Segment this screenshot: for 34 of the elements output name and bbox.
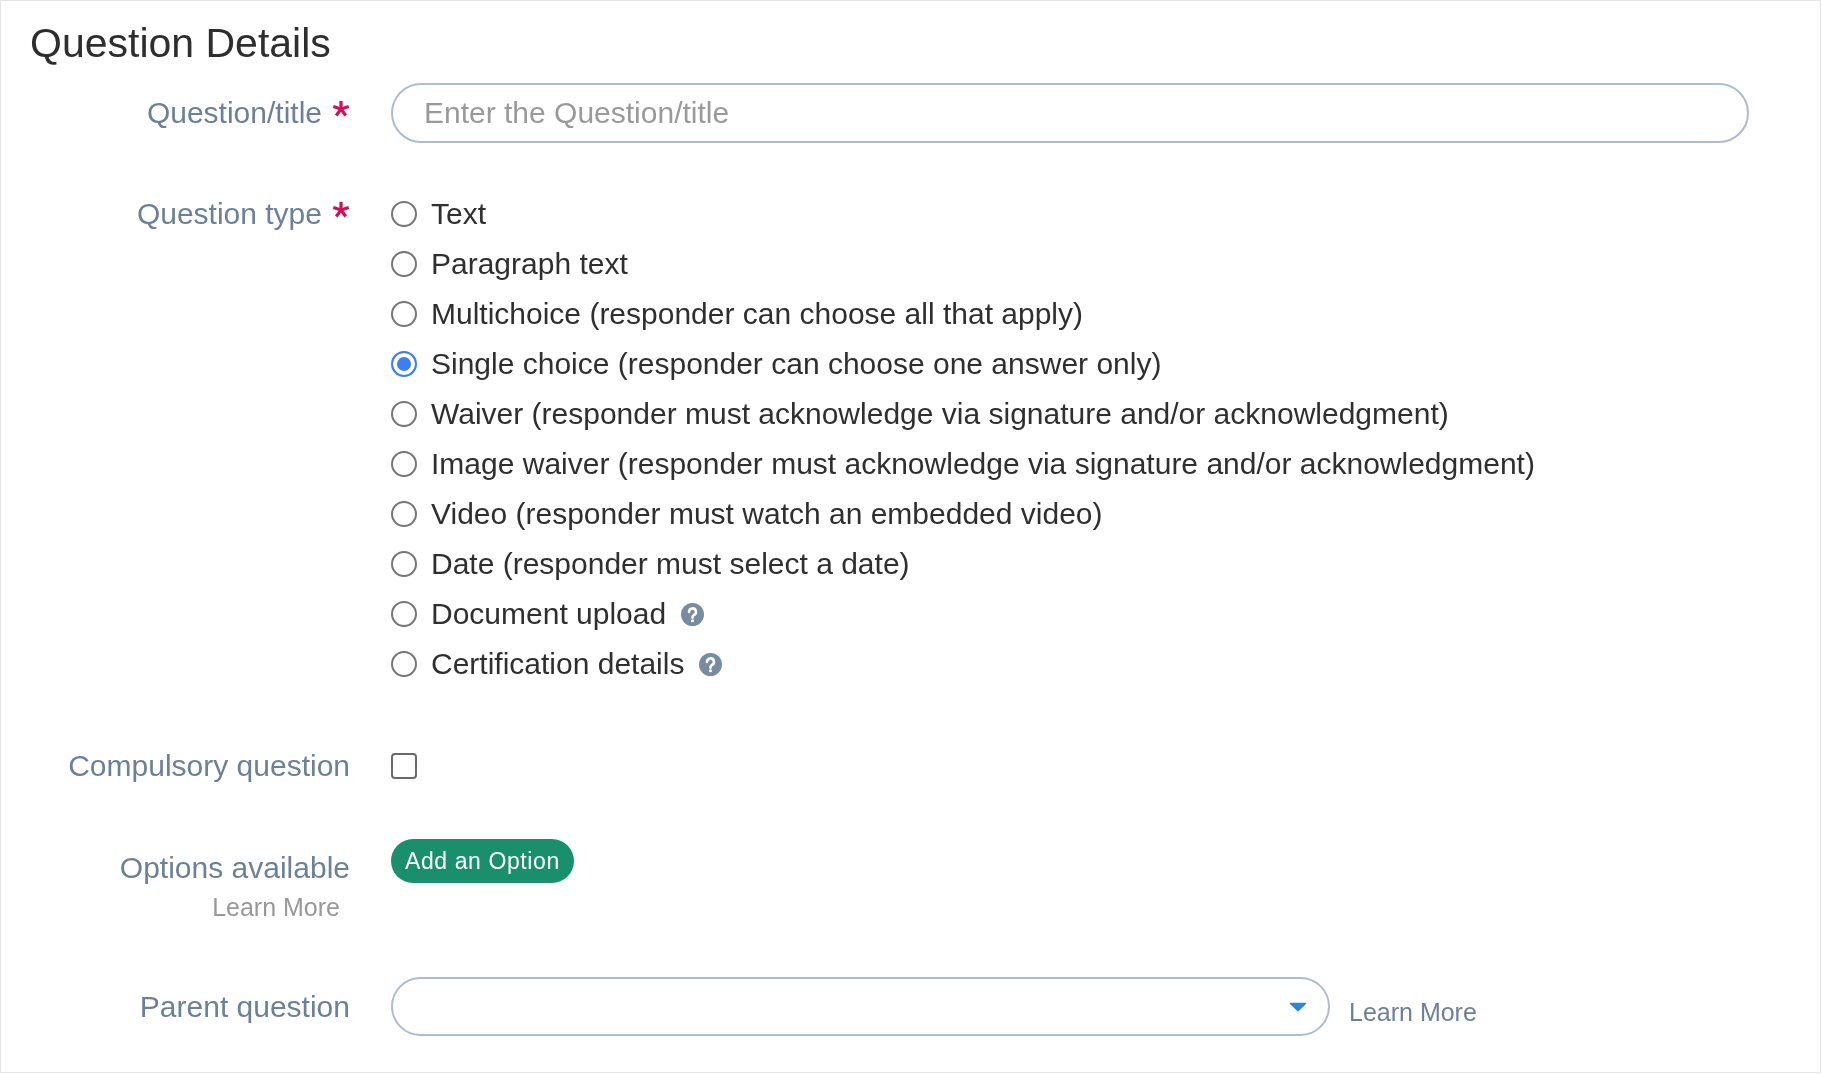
radio-button[interactable] bbox=[391, 201, 417, 227]
caret-icon bbox=[1289, 1001, 1307, 1012]
radio-button[interactable] bbox=[391, 251, 417, 277]
option-label: Text bbox=[431, 196, 487, 232]
option-label: Video (responder must watch an embedded video) bbox=[431, 496, 1103, 532]
option-label: Paragraph text bbox=[431, 246, 628, 282]
option-label: Date (responder must select a date) bbox=[431, 546, 910, 582]
radio-button[interactable] bbox=[391, 301, 417, 327]
radio-button[interactable] bbox=[391, 451, 417, 477]
checkbox[interactable] bbox=[391, 753, 417, 779]
radio-button[interactable] bbox=[391, 551, 417, 577]
help-icon[interactable] bbox=[699, 652, 723, 676]
field-label: Parent question bbox=[139, 988, 350, 1025]
option-label: Document upload bbox=[431, 596, 667, 632]
add-option-button[interactable]: Add an Option bbox=[391, 839, 574, 883]
option-label: Waiver (responder must acknowledge via signature and/or acknowledgment) bbox=[431, 396, 1449, 432]
radio-button[interactable] bbox=[391, 601, 417, 627]
help-icon[interactable] bbox=[681, 602, 705, 626]
option-label: Single choice (responder can choose one answer only) bbox=[431, 346, 1162, 382]
radio-button[interactable] bbox=[391, 351, 417, 377]
field-label: Question type bbox=[136, 196, 322, 232]
section-title: Question Details bbox=[30, 19, 331, 67]
option-label: Multichoice (responder can choose all that apply) bbox=[431, 296, 1084, 332]
field-label: Compulsory question bbox=[68, 748, 350, 784]
radio-button[interactable] bbox=[391, 651, 417, 677]
option-label: Certification details bbox=[431, 646, 685, 682]
learn-more-link[interactable]: Learn More bbox=[212, 892, 340, 922]
learn-more-link[interactable]: Learn More bbox=[1349, 996, 1477, 1027]
field-label: Question/title bbox=[146, 95, 322, 131]
option-label: Image waiver (responder must acknowledge via signature and/or acknowledgment) bbox=[431, 446, 1535, 482]
radio-button[interactable] bbox=[391, 501, 417, 527]
field-label: Options available bbox=[119, 850, 350, 886]
question-title-field[interactable]: Enter the Question/title bbox=[391, 83, 1749, 143]
radio-button[interactable] bbox=[391, 401, 417, 427]
